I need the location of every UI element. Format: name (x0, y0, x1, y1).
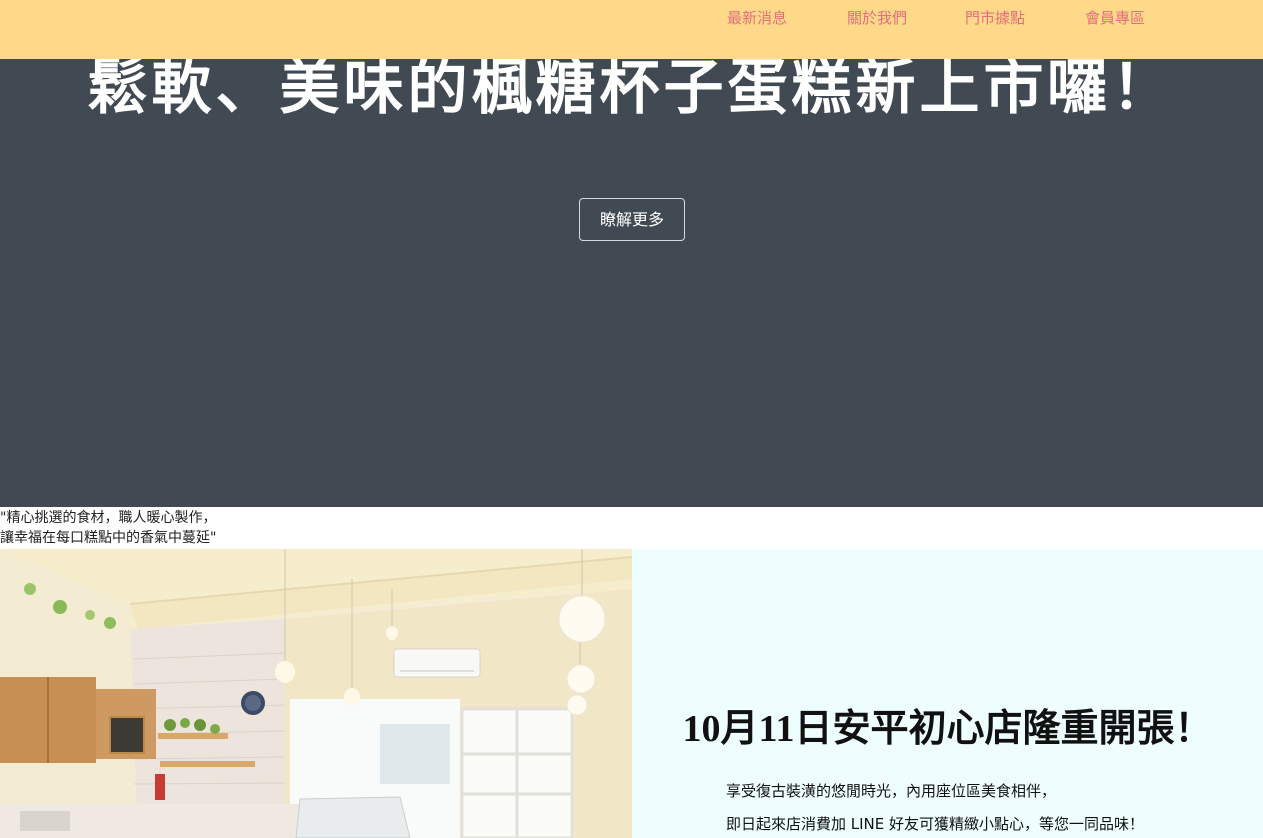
brand-quote: "精心挑選的食材，職人暖心製作， 讓幸福在每口糕點中的香氣中蔓延" (0, 508, 640, 548)
nav-item-about[interactable]: 關於我們 (847, 8, 907, 28)
top-navbar: 最新消息 關於我們 門市據點 會員專區 (0, 0, 1263, 59)
nav-item-news[interactable]: 最新消息 (727, 8, 787, 28)
promo-text-line: 享受復古裝潢的悠閒時光，內用座位區美食相伴， (726, 782, 1057, 800)
store-interior-illustration (0, 549, 632, 838)
nav-item-members[interactable]: 會員專區 (1085, 8, 1145, 28)
learn-more-button[interactable]: 瞭解更多 (579, 198, 685, 241)
store-opening-title: 10月11日安平初心店隆重開張！ (682, 708, 1213, 750)
promo-text-line: 即日起來店消費加 LINE 好友可獲精緻小點心，等您一同品味！ (726, 815, 1145, 833)
quote-line: 讓幸福在每口糕點中的香氣中蔓延" (0, 530, 217, 546)
quote-line: "精心挑選的食材，職人暖心製作， (0, 510, 217, 526)
nav-item-stores[interactable]: 門市據點 (965, 8, 1025, 28)
hero-title: 鬆軟、美味的楓糖杯子蛋糕新上市囉！ (87, 53, 1176, 123)
hero-banner: 鬆軟、美味的楓糖杯子蛋糕新上市囉！ 瞭解更多 (0, 0, 1263, 507)
store-opening-section: 10月11日安平初心店隆重開張！ 享受復古裝潢的悠閒時光，內用座位區美食相伴， … (632, 549, 1263, 838)
store-interior-photo (0, 549, 632, 838)
